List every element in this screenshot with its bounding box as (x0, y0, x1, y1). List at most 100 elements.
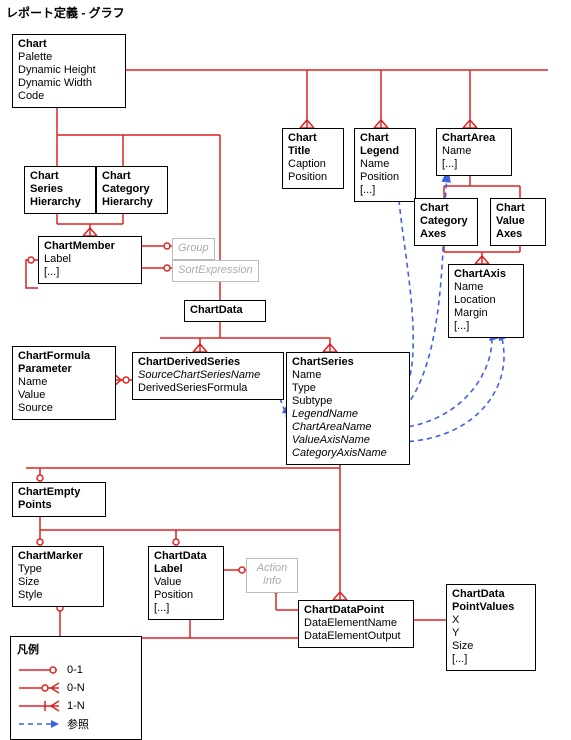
box-chart-marker: ChartMarker Type Size Style (12, 546, 104, 607)
box-row: ValueAxisName (292, 434, 404, 447)
box-row: Size (18, 576, 98, 589)
box-title: ChartArea (442, 132, 506, 145)
box-row: LegendName (292, 408, 404, 421)
box-chart-data: ChartData (184, 300, 266, 322)
box-chart-value-axes: Chart Value Axes (490, 198, 546, 246)
box-chart-data-label: ChartData Label Value Position [...] (148, 546, 224, 620)
box-chart-data-point-values: ChartData PointValues X Y Size [...] (446, 584, 536, 671)
box-row: Dynamic Width (18, 77, 120, 90)
box-row: [...] (452, 653, 530, 666)
box-row: [...] (44, 266, 136, 279)
box-title: ChartMarker (18, 550, 98, 563)
box-row: Dynamic Height (18, 64, 120, 77)
box-row: DerivedSeriesFormula (138, 382, 278, 395)
legend-symbol-1-n (17, 699, 61, 713)
box-title: ChartAxis (454, 268, 518, 281)
legend: 凡例 0-1 0-N 1-N 参照 (10, 636, 142, 740)
box-row: Y (452, 627, 530, 640)
box-title: ChartSeries (292, 356, 404, 369)
box-action-info: Action Info (246, 558, 298, 593)
box-chart-category-axes: Chart Category Axes (414, 198, 478, 246)
page-title: レポート定義 - グラフ (6, 4, 125, 21)
box-chart-area: ChartArea Name [...] (436, 128, 512, 176)
box-chart-derived-series: ChartDerivedSeries SourceChartSeriesName… (132, 352, 284, 400)
box-row: DataElementName (304, 617, 408, 630)
box-title: Chart Title (288, 132, 338, 158)
box-chart-series-hierarchy: Chart Series Hierarchy (24, 166, 96, 214)
legend-row-1-n: 1-N (17, 697, 135, 715)
box-row: Name (360, 158, 410, 171)
box-row: Palette (18, 51, 120, 64)
legend-row-0-n: 0-N (17, 679, 135, 697)
box-row: Source (18, 402, 110, 415)
box-title: Chart Series Hierarchy (30, 170, 90, 209)
box-title: ChartFormula Parameter (18, 350, 110, 376)
legend-symbol-ref (17, 717, 61, 731)
legend-label: 1-N (67, 700, 85, 712)
box-row: Position (288, 171, 338, 184)
box-title: Chart Value Axes (496, 202, 540, 241)
box-chart-data-point: ChartDataPoint DataElementName DataEleme… (298, 600, 414, 648)
box-title: Chart Category Axes (420, 202, 472, 241)
box-chart-empty-points: ChartEmpty Points (12, 482, 106, 517)
box-row: Location (454, 294, 518, 307)
legend-label: 0-1 (67, 664, 83, 676)
legend-symbol-0-1 (17, 663, 61, 677)
box-chart-series: ChartSeries Name Type Subtype LegendName… (286, 352, 410, 465)
box-title: Group (178, 242, 209, 254)
box-title: ChartDerivedSeries (138, 356, 278, 369)
legend-row-ref: 参照 (17, 715, 135, 733)
box-chart-formula-parameter: ChartFormula Parameter Name Value Source (12, 346, 116, 420)
legend-label: 参照 (67, 716, 89, 732)
box-title: Action Info (257, 562, 288, 587)
box-row: Margin (454, 307, 518, 320)
box-title: ChartDataPoint (304, 604, 408, 617)
legend-label: 0-N (67, 682, 85, 694)
box-row: Position (154, 589, 218, 602)
box-row: Code (18, 90, 120, 103)
legend-symbol-0-n (17, 681, 61, 695)
box-chart-title: Chart Title Caption Position (282, 128, 344, 189)
box-chart-member: ChartMember Label [...] (38, 236, 142, 284)
box-group: Group (172, 238, 215, 260)
box-row: ChartAreaName (292, 421, 404, 434)
box-title: Chart Legend (360, 132, 410, 158)
box-row: Style (18, 589, 98, 602)
box-row: DataElementOutput (304, 630, 408, 643)
box-row: X (452, 614, 530, 627)
legend-row-0-1: 0-1 (17, 661, 135, 679)
box-title: ChartMember (44, 240, 136, 253)
box-row: Label (44, 253, 136, 266)
box-row: [...] (442, 158, 506, 171)
box-row: Value (154, 576, 218, 589)
box-row: Name (454, 281, 518, 294)
box-title: Chart Category Hierarchy (102, 170, 162, 209)
box-chart-category-hierarchy: Chart Category Hierarchy (96, 166, 168, 214)
box-row: Name (292, 369, 404, 382)
box-row: SourceChartSeriesName (138, 369, 278, 382)
box-title: SortExpression (178, 264, 253, 276)
box-title: ChartEmpty Points (18, 486, 100, 512)
box-chart-axis: ChartAxis Name Location Margin [...] (448, 264, 524, 338)
box-title: ChartData (190, 304, 260, 317)
box-title: ChartData Label (154, 550, 218, 576)
box-row: Name (18, 376, 110, 389)
box-chart-legend: Chart Legend Name Position [...] (354, 128, 416, 202)
box-row: Type (292, 382, 404, 395)
box-row: Value (18, 389, 110, 402)
box-title: ChartData PointValues (452, 588, 530, 614)
box-row: Position (360, 171, 410, 184)
box-row: Caption (288, 158, 338, 171)
box-row: Subtype (292, 395, 404, 408)
box-row: Size (452, 640, 530, 653)
box-chart: Chart Palette Dynamic Height Dynamic Wid… (12, 34, 126, 108)
box-row: CategoryAxisName (292, 447, 404, 460)
box-row: [...] (360, 184, 410, 197)
box-sort-expression: SortExpression (172, 260, 259, 282)
box-row: [...] (154, 602, 218, 615)
box-title: Chart (18, 38, 120, 51)
box-row: Type (18, 563, 98, 576)
box-row: [...] (454, 320, 518, 333)
legend-title: 凡例 (17, 641, 135, 657)
box-row: Name (442, 145, 506, 158)
